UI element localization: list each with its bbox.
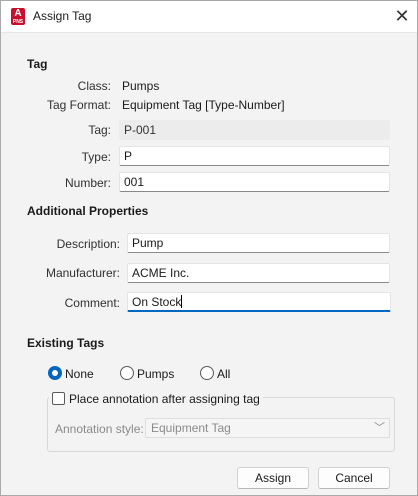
comment-label: Comment: <box>64 296 120 310</box>
manufacturer-field[interactable]: ACME Inc. <box>127 263 390 283</box>
comment-field[interactable]: On Stock <box>127 292 391 312</box>
description-label: Description: <box>56 237 120 251</box>
type-label: Type: <box>81 150 111 164</box>
number-label: Number: <box>64 176 111 190</box>
class-label: Class: <box>77 79 111 93</box>
tag-label: Tag: <box>88 123 111 137</box>
title-bar: A PNS Assign Tag ✕ <box>1 1 417 33</box>
radio-pumps-label: Pumps <box>137 367 175 381</box>
assign-tag-dialog: A PNS Assign Tag ✕ Tag Class: Pumps Tag F… <box>0 0 418 496</box>
existing-tags-title: Existing Tags <box>27 336 105 350</box>
assign-button[interactable]: Assign <box>237 467 309 489</box>
number-field[interactable]: 001 <box>119 172 390 192</box>
tag-section-title: Tag <box>27 57 48 71</box>
comment-value: On Stock <box>132 295 182 309</box>
annotation-style-select: Equipment Tag ﹀ <box>145 418 390 438</box>
cancel-button[interactable]: Cancel <box>318 467 390 489</box>
place-annotation-checkbox[interactable] <box>52 392 65 405</box>
tag-field: P-001 <box>119 120 390 140</box>
manufacturer-label: Manufacturer: <box>45 266 120 280</box>
chevron-down-icon: ﹀ <box>374 422 385 434</box>
radio-all[interactable] <box>200 366 214 380</box>
radio-pumps[interactable] <box>120 366 134 380</box>
window-title: Assign Tag <box>33 9 92 23</box>
annotation-style-label: Annotation style: <box>55 422 144 436</box>
additional-properties-title: Additional Properties <box>27 204 149 218</box>
tag-format-label: Tag Format: <box>46 98 111 112</box>
class-value: Pumps <box>122 79 160 93</box>
text-caret <box>181 295 183 308</box>
annotation-style-value: Equipment Tag <box>151 421 231 435</box>
radio-none-label: None <box>65 367 94 381</box>
radio-all-label: All <box>217 367 231 381</box>
description-field[interactable]: Pump <box>127 233 390 253</box>
autocad-plant-app-icon: A PNS <box>11 8 25 25</box>
type-field[interactable]: P <box>119 146 390 166</box>
radio-none[interactable] <box>48 366 62 380</box>
place-annotation-label: Place annotation after assigning tag <box>69 392 263 406</box>
close-icon[interactable]: ✕ <box>387 1 417 33</box>
tag-format-value: Equipment Tag [Type-Number] <box>122 98 285 112</box>
